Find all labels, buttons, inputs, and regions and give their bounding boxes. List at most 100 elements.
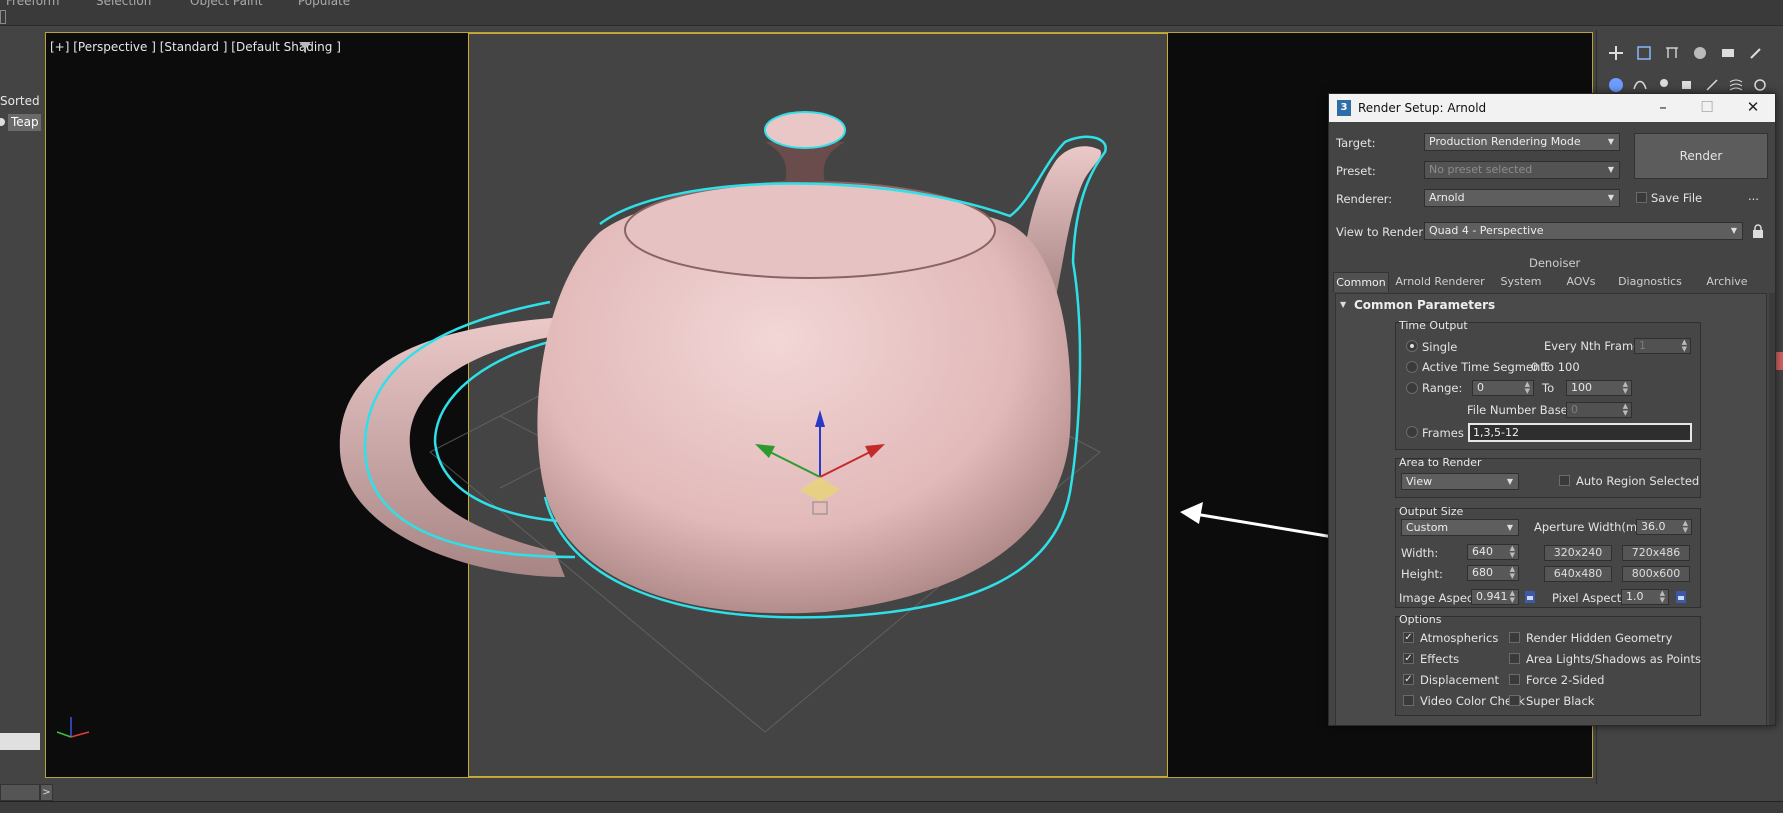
spinner-arrows-icon: ▲ ▼ <box>1509 544 1515 559</box>
hierarchy-icon[interactable] <box>1663 44 1681 62</box>
save-file-checkbox[interactable] <box>1636 192 1647 203</box>
area-lights-checkbox[interactable] <box>1509 653 1520 664</box>
modify-icon[interactable] <box>1635 44 1653 62</box>
utilities-icon[interactable] <box>1747 44 1765 62</box>
aperture-spinner[interactable]: 36.0 ▲ ▼ <box>1636 519 1692 535</box>
file-number-base-label: File Number Base: <box>1467 403 1572 417</box>
explorer-search-field[interactable] <box>0 733 40 750</box>
dialog-titlebar[interactable]: 3 Render Setup: Arnold – ☐ ✕ <box>1329 94 1775 122</box>
render-button[interactable]: Render <box>1634 133 1768 179</box>
pixel-aspect-spinner[interactable]: 1.0 ▲ ▼ <box>1621 589 1669 605</box>
target-dropdown[interactable]: Production Rendering Mode ▼ <box>1424 133 1620 151</box>
single-radio[interactable] <box>1406 340 1418 352</box>
tab-diagnostics[interactable]: Diagnostics <box>1613 272 1687 292</box>
dialog-scrollbar[interactable] <box>1769 293 1775 725</box>
lights-icon[interactable] <box>1655 76 1673 94</box>
displacement-checkbox[interactable]: ✓ <box>1403 674 1414 685</box>
effects-checkbox[interactable]: ✓ <box>1403 653 1414 664</box>
time-output-group: Time Output Single Every Nth Frame: 1 ▲ ▼ … <box>1395 319 1701 450</box>
active-segment-range: 0 To 100 <box>1531 360 1580 374</box>
force-2sided-label: Force 2-Sided <box>1526 673 1605 687</box>
image-aspect-lock-icon[interactable] <box>1524 590 1536 604</box>
toolbar-toggle[interactable] <box>0 10 6 24</box>
space-warps-icon[interactable] <box>1727 76 1745 94</box>
maximize-icon[interactable]: ☐ <box>1687 96 1727 120</box>
preset-800x600-button[interactable]: 800x600 <box>1622 566 1690 582</box>
chevron-down-icon: ▼ <box>1506 523 1513 532</box>
chevron-down-icon: ▼ <box>1607 137 1614 146</box>
systems-icon[interactable] <box>1751 76 1769 94</box>
active-segment-radio[interactable] <box>1406 361 1418 373</box>
image-aspect-value: 0.941 <box>1476 590 1508 603</box>
renderer-dropdown[interactable]: Arnold ▼ <box>1424 189 1620 207</box>
lock-icon[interactable] <box>1752 224 1764 238</box>
pixel-aspect-lock-icon[interactable] <box>1675 590 1687 604</box>
output-size-dropdown[interactable]: Custom ▼ <box>1401 519 1519 536</box>
menu-object-paint[interactable]: Object Paint <box>190 0 263 8</box>
video-color-checkbox[interactable] <box>1403 695 1414 706</box>
motion-icon[interactable] <box>1691 44 1709 62</box>
teapot-handle <box>339 317 565 577</box>
area-title: Area to Render <box>1399 456 1482 469</box>
explorer-footer <box>0 784 40 801</box>
menu-freeform[interactable]: Freeform <box>6 0 59 8</box>
view-to-render-dropdown[interactable]: Quad 4 - Perspective ▼ <box>1424 222 1743 240</box>
width-spinner[interactable]: 640 ▲ ▼ <box>1467 544 1519 560</box>
tab-system[interactable]: System <box>1493 272 1549 292</box>
tab-archive[interactable]: Archive <box>1699 272 1755 292</box>
file-number-base-spinner[interactable]: 0 ▲ ▼ <box>1566 402 1632 418</box>
atmospherics-checkbox[interactable]: ✓ <box>1403 632 1414 643</box>
shapes-icon[interactable] <box>1631 76 1649 94</box>
save-file-browse-button[interactable]: ... <box>1748 189 1759 203</box>
tab-common[interactable]: Common <box>1333 272 1389 292</box>
preset-320x240-button[interactable]: 320x240 <box>1544 545 1612 561</box>
lid-knob <box>764 111 846 149</box>
auto-region-checkbox[interactable] <box>1559 475 1570 486</box>
frames-input[interactable]: 1,3,5-12 <box>1468 423 1692 442</box>
render-hidden-label: Render Hidden Geometry <box>1526 631 1673 645</box>
timeline-track[interactable] <box>0 801 1783 813</box>
menu-selection[interactable]: Selection <box>96 0 151 8</box>
preset-640x480-button[interactable]: 640x480 <box>1544 566 1612 582</box>
single-label: Single <box>1422 340 1458 354</box>
range-from-spinner[interactable]: 0 ▲ ▼ <box>1472 380 1534 396</box>
geometry-icon[interactable] <box>1607 76 1625 94</box>
output-size-group: Output Size Custom ▼ Aperture Width(mm): … <box>1395 505 1701 608</box>
auto-region-label: Auto Region Selected <box>1576 474 1700 488</box>
height-spinner[interactable]: 680 ▲ ▼ <box>1467 565 1519 581</box>
force-2sided-checkbox[interactable] <box>1509 674 1520 685</box>
options-title: Options <box>1399 613 1442 626</box>
range-label: Range: <box>1422 381 1463 395</box>
display-icon[interactable] <box>1719 44 1737 62</box>
collapse-triangle-icon[interactable]: ▼ <box>1340 300 1346 309</box>
create-icon[interactable] <box>1607 44 1625 62</box>
tab-aovs[interactable]: AOVs <box>1559 272 1603 292</box>
renderer-label: Renderer: <box>1336 192 1393 206</box>
close-icon[interactable]: ✕ <box>1733 96 1773 120</box>
minimize-icon[interactable]: – <box>1643 96 1683 120</box>
spinner-arrows-icon: ▲ ▼ <box>1622 402 1628 417</box>
render-hidden-checkbox[interactable] <box>1509 632 1520 643</box>
spinner-arrows-icon: ▲ ▼ <box>1681 338 1687 353</box>
preset-dropdown[interactable]: No preset selected ▼ <box>1424 161 1620 179</box>
super-black-checkbox[interactable] <box>1509 695 1520 706</box>
tab-arnold-renderer[interactable]: Arnold Renderer <box>1395 272 1485 292</box>
expand-button[interactable]: > <box>40 784 53 801</box>
save-file-label: Save File <box>1651 191 1703 205</box>
denoiser-tab[interactable]: Denoiser <box>1529 256 1580 270</box>
area-dropdown[interactable]: View ▼ <box>1401 473 1519 490</box>
preset-720x486-button[interactable]: 720x486 <box>1622 545 1690 561</box>
menu-populate[interactable]: Populate <box>298 0 350 8</box>
image-aspect-spinner[interactable]: 0.941 ▲ ▼ <box>1471 589 1519 605</box>
cameras-icon[interactable] <box>1679 76 1697 94</box>
frames-radio[interactable] <box>1406 426 1418 438</box>
helpers-icon[interactable] <box>1703 76 1721 94</box>
every-nth-spinner[interactable]: 1 ▲ ▼ <box>1634 338 1691 354</box>
aperture-value: 36.0 <box>1641 520 1666 533</box>
range-radio[interactable] <box>1406 382 1418 394</box>
area-value: View <box>1406 475 1433 488</box>
preset-label: Preset: <box>1336 164 1376 178</box>
rollout-title[interactable]: Common Parameters <box>1354 298 1495 312</box>
range-to-spinner[interactable]: 100 ▲ ▼ <box>1566 380 1632 396</box>
scene-item-teapot[interactable]: Teap <box>8 114 41 131</box>
